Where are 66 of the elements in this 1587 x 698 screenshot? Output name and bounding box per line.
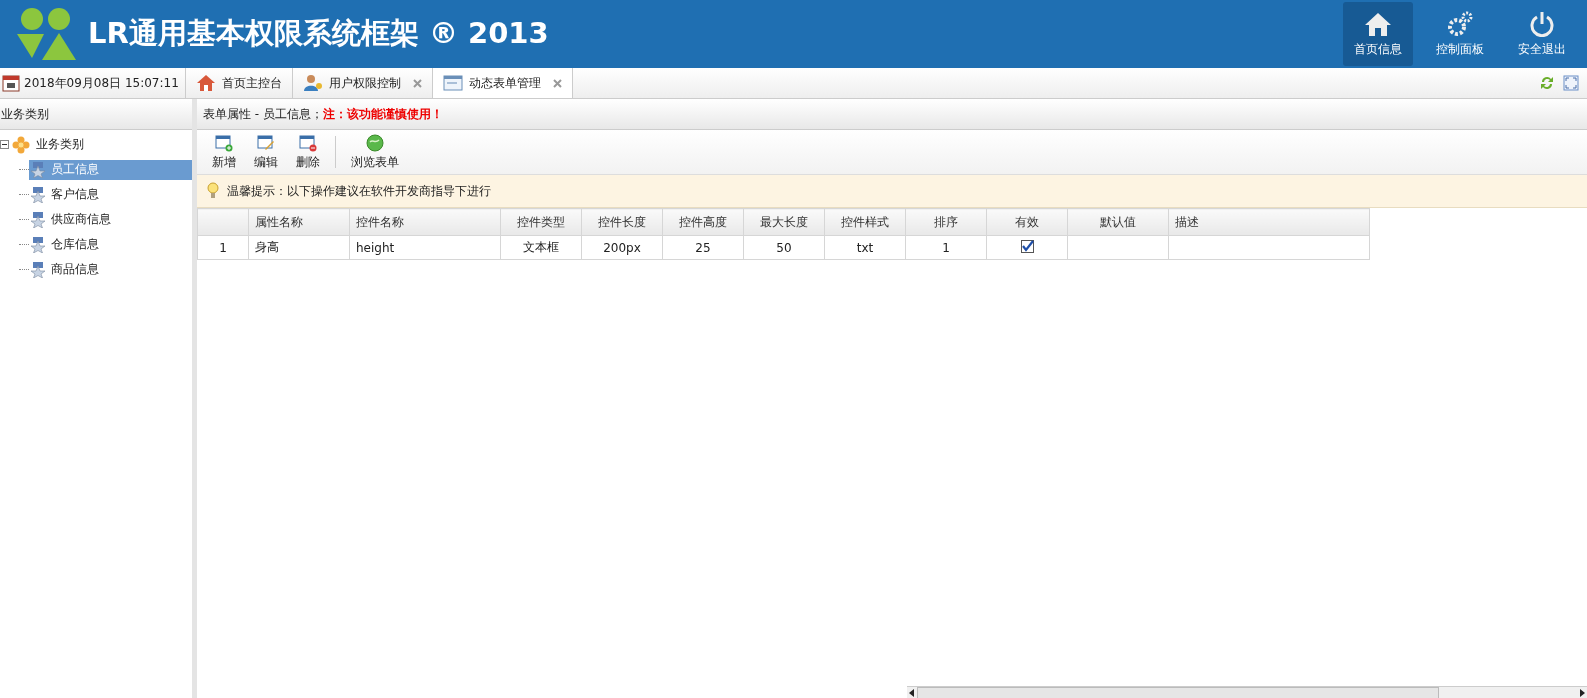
nav-button[interactable]: 安全退出 [1507, 2, 1577, 66]
calendar-icon [2, 74, 20, 92]
badge-icon [31, 211, 45, 228]
horizontal-scrollbar[interactable] [907, 686, 1587, 698]
nav-button[interactable]: 控制面板 [1425, 2, 1495, 66]
badge-icon [31, 236, 45, 253]
column-header[interactable]: 属性名称 [248, 208, 350, 236]
table-cell: 文本框 [500, 235, 582, 260]
column-header[interactable]: 控件长度 [581, 208, 663, 236]
edit-icon [257, 133, 275, 152]
tree-item[interactable]: 商品信息 [29, 259, 192, 280]
flower-icon [12, 135, 30, 154]
table-cell: 25 [662, 235, 744, 260]
badge-icon [31, 161, 45, 178]
logo-icon [14, 6, 78, 62]
datetime-text: 2018年09月08日 15:07:11 [24, 74, 179, 92]
lightbulb-icon [207, 182, 219, 200]
checkbox[interactable] [1020, 239, 1034, 253]
refresh-icon[interactable] [1539, 75, 1555, 91]
column-header[interactable]: 排序 [905, 208, 987, 236]
power-icon [1528, 10, 1556, 37]
toolbar-button[interactable]: 编辑 [247, 131, 285, 173]
column-header[interactable]: 默认值 [1067, 208, 1169, 236]
close-icon[interactable] [412, 78, 422, 88]
tab[interactable]: 首页主控台 [185, 68, 293, 98]
column-header[interactable]: 最大长度 [743, 208, 825, 236]
collapse-icon[interactable] [0, 140, 9, 149]
column-header[interactable]: 控件类型 [500, 208, 582, 236]
home-icon [1364, 10, 1392, 37]
house-icon [195, 74, 216, 92]
add-icon [215, 133, 233, 152]
app-title: LR通用基本权限系统框架 ® 2013 [88, 15, 549, 52]
column-header[interactable]: 控件样式 [824, 208, 906, 236]
table-cell: 1 [905, 235, 987, 260]
panel-title: 表单属性 - 员工信息； [203, 105, 323, 123]
scrollbar-thumb[interactable] [917, 686, 1439, 698]
table-cell: 200px [581, 235, 663, 260]
column-header[interactable]: 控件高度 [662, 208, 744, 236]
tree-item[interactable]: 仓库信息 [29, 234, 192, 255]
close-icon[interactable] [552, 78, 562, 88]
scroll-right-icon[interactable] [1577, 687, 1587, 698]
row-number: 1 [197, 235, 249, 260]
column-header[interactable]: 描述 [1168, 208, 1370, 236]
badge-icon [31, 186, 45, 203]
tree-item[interactable]: 供应商信息 [29, 209, 192, 230]
tab[interactable]: 用户权限控制 [292, 68, 433, 98]
nav-button[interactable]: 首页信息 [1343, 2, 1413, 66]
badge-icon [31, 261, 45, 278]
warning-text: 注：该功能谨慎使用！ [322, 105, 443, 123]
table-cell: txt [824, 235, 906, 260]
column-header[interactable]: 控件名称 [349, 208, 501, 236]
user-icon [302, 74, 323, 92]
delete-icon [299, 133, 317, 152]
column-header[interactable]: 有效 [986, 208, 1068, 236]
tree-item[interactable]: 客户信息 [29, 184, 192, 205]
table-cell: 50 [743, 235, 825, 260]
window-icon [442, 74, 463, 92]
toolbar-button[interactable]: 删除 [289, 131, 327, 173]
tip-text: 温馨提示：以下操作建议在软件开发商指导下进行 [227, 182, 491, 200]
fullscreen-icon[interactable] [1563, 75, 1579, 91]
tree-item[interactable]: 业务类别 [36, 136, 84, 153]
tab[interactable]: 动态表单管理 [432, 68, 573, 98]
table-cell: height [349, 235, 501, 260]
table-cell: 身高 [248, 235, 350, 260]
toolbar-button[interactable]: 新增 [205, 131, 243, 173]
toolbar-button[interactable]: 浏览表单 [344, 131, 406, 173]
